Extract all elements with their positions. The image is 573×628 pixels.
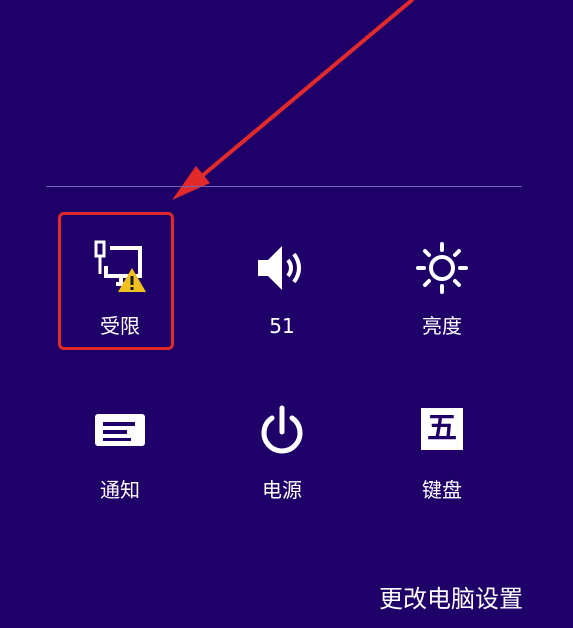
- volume-label: 51: [269, 314, 295, 338]
- volume-icon: [254, 240, 310, 300]
- brightness-label: 亮度: [422, 314, 462, 338]
- brightness-tile[interactable]: 亮度: [382, 216, 502, 338]
- volume-tile[interactable]: 51: [222, 216, 342, 338]
- network-tile[interactable]: 受限: [60, 216, 180, 338]
- power-tile[interactable]: 电源: [222, 380, 342, 502]
- keyboard-label: 键盘: [422, 478, 462, 502]
- notifications-icon: [93, 410, 147, 454]
- keyboard-tile[interactable]: 五 键盘: [382, 380, 502, 502]
- network-limited-icon: [90, 238, 150, 298]
- keyboard-icon: 五: [421, 408, 463, 450]
- divider: [46, 186, 522, 187]
- network-label: 受限: [100, 314, 140, 338]
- power-label: 电源: [262, 478, 302, 502]
- brightness-icon: [412, 240, 472, 300]
- power-icon: [254, 404, 310, 464]
- notifications-label: 通知: [100, 478, 140, 502]
- notifications-tile[interactable]: 通知: [60, 380, 180, 502]
- keyboard-glyph: 五: [421, 408, 463, 450]
- change-pc-settings-link[interactable]: 更改电脑设置: [379, 584, 523, 614]
